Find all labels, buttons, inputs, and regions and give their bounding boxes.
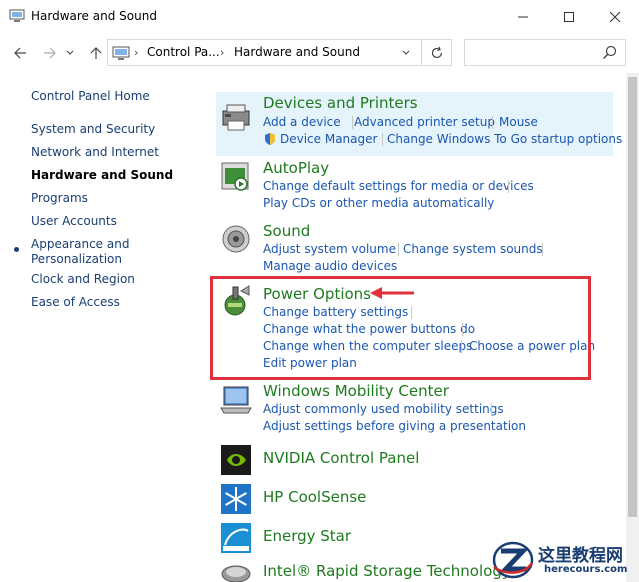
nav-system-and-security[interactable]: System and Security xyxy=(31,122,155,136)
minimize-icon xyxy=(518,16,528,17)
nav-programs[interactable]: Programs xyxy=(31,191,88,205)
adjust-mobility-settings-link[interactable]: Adjust commonly used mobility settings xyxy=(263,402,504,416)
address-bar[interactable]: › Control Pa... › Hardware and Sound xyxy=(107,39,452,66)
back-button[interactable] xyxy=(10,43,30,63)
autoplay-icon xyxy=(221,162,249,191)
up-button[interactable] xyxy=(86,43,106,63)
nav-appearance-line1[interactable]: Appearance and xyxy=(31,237,129,251)
left-navigation: Control Panel Home System and Security N… xyxy=(0,73,205,582)
change-system-sounds-link[interactable]: Change system sounds xyxy=(403,242,543,256)
control-panel-icon xyxy=(9,9,25,22)
annotation-arrow-icon xyxy=(370,287,414,299)
arrow-right-icon xyxy=(44,47,56,59)
autoplay-link[interactable]: AutoPlay xyxy=(263,159,329,177)
nav-user-accounts[interactable]: User Accounts xyxy=(31,214,117,228)
title-bar: Hardware and Sound xyxy=(0,0,639,33)
watermark-text: 这里教程网 xyxy=(538,546,623,566)
breadcrumb-separator[interactable]: › xyxy=(220,46,224,59)
link-separator xyxy=(508,180,509,193)
nav-network-and-internet[interactable]: Network and Internet xyxy=(31,145,159,159)
watermark-url: herecours.com xyxy=(544,564,628,575)
nav-clock-and-region[interactable]: Clock and Region xyxy=(31,272,135,286)
nvidia-icon xyxy=(221,445,251,475)
breadcrumb-separator[interactable]: › xyxy=(134,46,138,59)
energy-star-icon xyxy=(221,523,251,553)
breadcrumb-control-panel[interactable]: Control Pa... xyxy=(147,45,220,59)
breadcrumb-hardware-and-sound[interactable]: Hardware and Sound xyxy=(234,45,360,59)
link-separator xyxy=(491,403,492,416)
category-sound: Sound Adjust system volume Change system… xyxy=(216,220,613,278)
scrollbar-thumb[interactable] xyxy=(628,77,637,517)
intel-storage-icon xyxy=(221,565,251,582)
printer-icon xyxy=(222,104,250,131)
nav-hardware-and-sound: Hardware and Sound xyxy=(31,168,174,182)
laptop-icon xyxy=(220,386,252,414)
adjust-system-volume-link[interactable]: Adjust system volume xyxy=(263,242,396,256)
nav-control-panel-home[interactable]: Control Panel Home xyxy=(31,89,150,103)
control-panel-icon xyxy=(112,46,130,60)
link-separator xyxy=(382,133,383,146)
link-separator xyxy=(542,243,543,256)
close-button[interactable] xyxy=(592,0,638,33)
link-separator xyxy=(492,116,493,129)
intel-rapid-storage-link[interactable]: Intel® Rapid Storage Technology xyxy=(263,562,511,580)
category-devices-and-printers: Devices and Printers Add a device Advanc… xyxy=(216,92,622,156)
devices-and-printers-link[interactable]: Devices and Printers xyxy=(263,94,418,112)
link-separator xyxy=(398,243,399,256)
refresh-icon xyxy=(431,46,442,58)
category-nvidia-control-panel: NVIDIA Control Panel xyxy=(216,443,613,479)
change-windows-to-go-link[interactable]: Change Windows To Go startup options xyxy=(387,132,622,146)
link-separator xyxy=(352,116,353,129)
search-input[interactable] xyxy=(464,39,626,66)
refresh-button[interactable] xyxy=(421,40,451,65)
maximize-icon xyxy=(564,11,574,22)
device-manager-link[interactable]: Device Manager xyxy=(280,132,377,146)
sound-link[interactable]: Sound xyxy=(263,222,310,240)
windows-mobility-center-link[interactable]: Windows Mobility Center xyxy=(263,382,449,400)
minimize-button[interactable] xyxy=(500,0,546,33)
shield-icon xyxy=(265,133,275,145)
chevron-down-icon xyxy=(402,50,410,55)
current-page-bullet xyxy=(14,247,19,252)
energy-star-link[interactable]: Energy Star xyxy=(263,527,351,545)
category-windows-mobility-center: Windows Mobility Center Adjust commonly … xyxy=(216,380,613,438)
category-hp-coolsense: HP CoolSense xyxy=(216,482,613,518)
play-cds-link[interactable]: Play CDs or other media automatically xyxy=(263,196,494,210)
change-default-media-settings-link[interactable]: Change default settings for media or dev… xyxy=(263,179,534,193)
adjust-presentation-settings-link[interactable]: Adjust settings before giving a presenta… xyxy=(263,419,526,433)
address-row: › Control Pa... › Hardware and Sound xyxy=(0,33,639,73)
search-icon xyxy=(603,45,617,59)
maximize-button[interactable] xyxy=(546,0,592,33)
recent-locations-button[interactable] xyxy=(63,43,77,63)
watermark-logo-icon xyxy=(492,541,534,579)
nvidia-control-panel-link[interactable]: NVIDIA Control Panel xyxy=(263,449,419,467)
address-dropdown-button[interactable] xyxy=(398,45,414,61)
forward-button[interactable] xyxy=(40,43,60,63)
snowflake-icon xyxy=(221,484,251,514)
mouse-link[interactable]: Mouse xyxy=(499,115,538,129)
nav-appearance-line2[interactable]: Personalization xyxy=(31,252,122,266)
arrow-left-icon xyxy=(14,47,26,59)
hp-coolsense-link[interactable]: HP CoolSense xyxy=(263,488,366,506)
arrow-up-icon xyxy=(90,47,102,59)
close-icon xyxy=(609,11,621,22)
chevron-down-icon xyxy=(66,50,74,55)
speaker-icon xyxy=(222,225,250,253)
category-autoplay: AutoPlay Change default settings for med… xyxy=(216,157,613,215)
manage-audio-devices-link[interactable]: Manage audio devices xyxy=(263,259,397,273)
watermark: 这里教程网 herecours.com xyxy=(492,536,639,582)
nav-ease-of-access[interactable]: Ease of Access xyxy=(31,295,120,309)
advanced-printer-setup-link[interactable]: Advanced printer setup xyxy=(354,115,495,129)
vertical-scrollbar[interactable] xyxy=(626,73,639,582)
add-a-device-link[interactable]: Add a device xyxy=(263,115,341,129)
window-title: Hardware and Sound xyxy=(31,9,157,23)
